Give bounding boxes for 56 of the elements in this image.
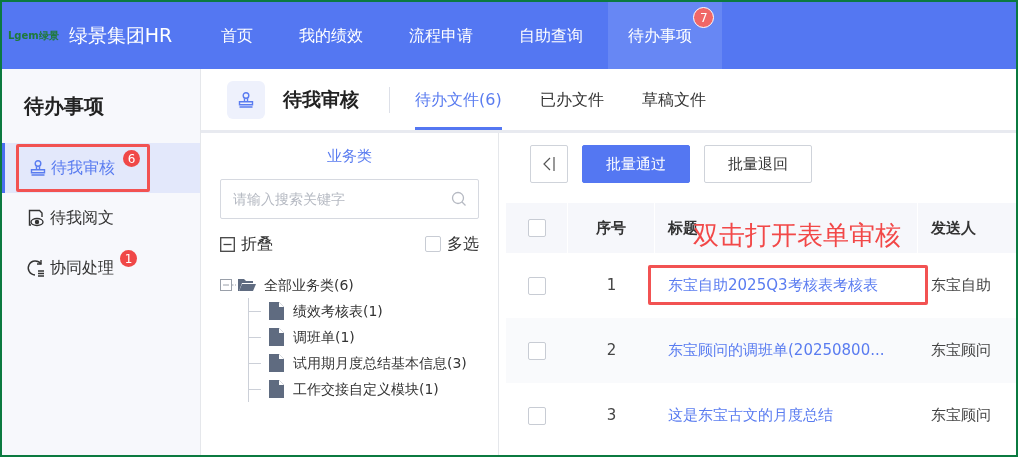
sidebar-item[interactable]: 待我阅文: [2, 193, 200, 243]
document-link[interactable]: 这是东宝古文的月度总结: [668, 404, 833, 427]
tab[interactable]: 待办文件(6): [415, 69, 502, 130]
badge: 6: [123, 150, 140, 167]
search-icon: [451, 191, 467, 207]
collapse-toggle[interactable]: 折叠: [220, 232, 273, 256]
tree-item[interactable]: 试用期月度总结基本信息(3): [293, 352, 467, 374]
document-icon: [269, 302, 285, 320]
stamp-icon: [29, 159, 47, 177]
collapse-left-icon: [542, 156, 556, 172]
nav-tab[interactable]: 自助查询: [499, 2, 604, 69]
table-cell-text: 东宝顾问: [931, 405, 991, 427]
app-title: 绿景集团HR: [68, 23, 173, 49]
approve-button[interactable]: 批量通过: [582, 145, 690, 183]
tree-item[interactable]: 工作交接自定义模块(1): [293, 378, 439, 400]
sidebar-item[interactable]: 待我审核 6: [2, 143, 200, 193]
table-cell-text: 东宝自助: [931, 275, 991, 297]
document-link[interactable]: 东宝自助2025Q3考核表考核表: [668, 274, 878, 297]
row-number: 3: [606, 405, 617, 427]
sidebar-item[interactable]: 协同处理 1: [2, 243, 200, 293]
document-icon: [269, 354, 285, 372]
tab[interactable]: 草稿文件: [641, 69, 706, 130]
cycle-list-icon: [26, 258, 46, 278]
checkbox[interactable]: [528, 406, 546, 425]
nav-tab[interactable]: 我的绩效: [279, 2, 384, 69]
document-icon: [269, 380, 285, 398]
document-icon: [269, 328, 285, 346]
collapse-panel-button[interactable]: [530, 145, 568, 183]
nav-tab[interactable]: 首页: [201, 2, 274, 69]
panel-title: 业务类: [326, 146, 373, 167]
tab[interactable]: 已办文件: [539, 69, 604, 130]
tree-item[interactable]: 调班单(1): [293, 326, 355, 348]
return-button[interactable]: 批量退回: [704, 145, 812, 183]
folder-icon: [238, 278, 256, 292]
collapse-icon: [220, 236, 235, 252]
checkbox[interactable]: [528, 341, 546, 360]
stamp-icon: [237, 90, 255, 109]
column-header: 发送人: [931, 217, 976, 239]
column-header: 序号: [596, 217, 626, 239]
document-link[interactable]: 东宝顾问的调班单(20250800...: [668, 339, 885, 362]
checkbox[interactable]: [527, 219, 546, 237]
logo: Lgem绿景: [8, 30, 59, 41]
badge: 1: [120, 250, 137, 267]
tree-item[interactable]: 绩效考核表(1): [293, 300, 383, 322]
table-cell-text: 东宝顾问: [931, 340, 991, 362]
page-title: 待我审核: [283, 87, 359, 113]
row-number: 2: [606, 340, 617, 362]
badge: 7: [693, 7, 715, 28]
row-number: 1: [606, 275, 617, 297]
tree-item[interactable]: 全部业务类(6): [264, 274, 354, 296]
nav-tab[interactable]: 流程申请: [389, 2, 494, 69]
document-eye-icon: [26, 208, 46, 228]
search-field[interactable]: 请输入搜索关键字: [220, 179, 479, 219]
multi-select-checkbox[interactable]: 多选: [425, 232, 479, 256]
checkbox[interactable]: [528, 276, 546, 295]
sidebar-title: 待办事项: [22, 93, 105, 120]
